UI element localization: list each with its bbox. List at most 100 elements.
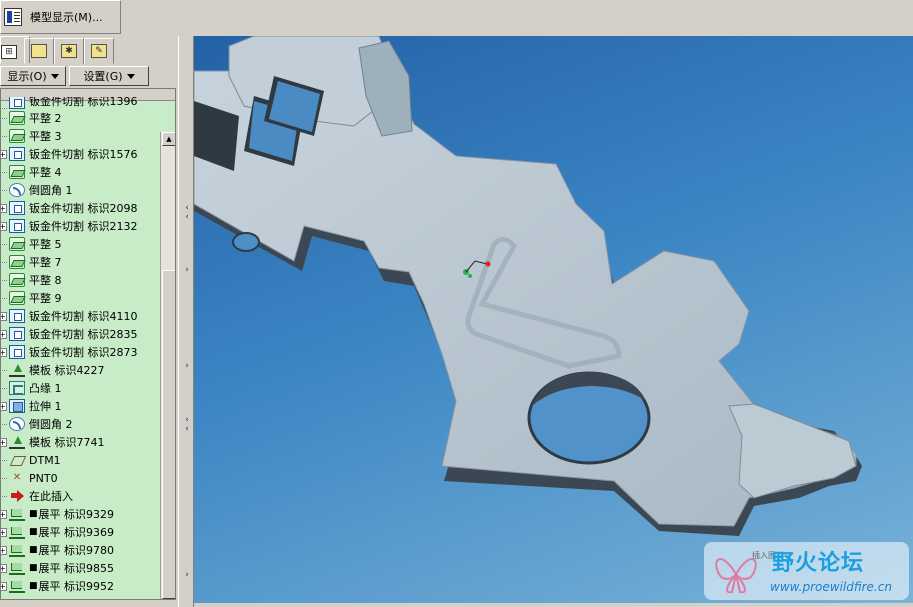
tree-item-label: 展平 标识9329 <box>38 508 115 521</box>
folder-icon <box>31 44 47 58</box>
expand-icon[interactable]: + <box>1 437 7 447</box>
tree-item[interactable]: 平整 4 <box>1 163 161 181</box>
flat-icon <box>9 237 25 251</box>
suppressed-marker: ■ <box>29 545 38 555</box>
insert-here-icon <box>9 489 25 503</box>
tree-item[interactable]: + 拉伸 1 <box>1 397 161 415</box>
tree-item[interactable]: DTM1 <box>1 451 161 469</box>
flat-icon <box>9 255 25 269</box>
expand-icon[interactable]: + <box>1 329 7 339</box>
tree-item-label: 展平 标识9952 <box>38 580 115 593</box>
tree-item-label: 钣金件切割 标识4110 <box>29 310 138 323</box>
expand-icon[interactable]: + <box>1 203 7 213</box>
expand-icon[interactable]: + <box>1 545 7 555</box>
tree-item[interactable]: 凸缘 1 <box>1 379 161 397</box>
expand-icon[interactable]: + <box>1 347 7 357</box>
tree-item-label: 平整 7 <box>29 256 62 269</box>
tree-item[interactable]: + 钣金件切割 标识2835 <box>1 325 161 343</box>
scroll-thumb[interactable] <box>162 270 175 599</box>
model-display-button[interactable]: 模型显示(M)... <box>0 0 121 34</box>
tree-item[interactable]: 平整 5 <box>1 235 161 253</box>
tree-connector <box>1 423 7 425</box>
tree-item[interactable]: 平整 2 <box>1 109 161 127</box>
tree-item-label: 展平 标识9369 <box>38 526 115 539</box>
tree-item[interactable]: + 钣金件切割 标识2132 <box>1 217 161 235</box>
tree-item-label: 钣金件切割 标识1576 <box>29 148 138 161</box>
tab-connections[interactable]: ✎ <box>84 38 114 64</box>
graphics-window[interactable] <box>194 36 913 603</box>
tree-connector <box>1 189 7 191</box>
tree-item[interactable]: 平整 8 <box>1 271 161 289</box>
cut-icon <box>9 309 25 323</box>
expand-right-icon[interactable]: › <box>183 266 191 275</box>
expand-icon[interactable]: + <box>1 527 7 537</box>
tab-favorites[interactable]: ✱ <box>54 38 84 64</box>
tree-connector <box>1 261 7 263</box>
tree-item-label: 钣金件切割 标识2835 <box>29 328 138 341</box>
show-dropdown[interactable]: 显示(O) <box>0 66 66 86</box>
tree-item[interactable]: 倒圆角 1 <box>1 181 161 199</box>
chevron-down-icon <box>50 73 59 79</box>
model-tree[interactable]: 钣金件切割 标识1396 平整 2 平整 3 + 钣金件切割 标识1576 平整 4 倒圆… <box>0 88 176 600</box>
expand-icon[interactable]: + <box>1 311 7 321</box>
round-icon <box>9 417 25 431</box>
tree-item[interactable]: + 钣金件切割 标识2873 <box>1 343 161 361</box>
suppressed-marker: ■ <box>29 581 38 591</box>
tree-item-label: 平整 5 <box>29 238 62 251</box>
tree-item[interactable]: 平整 7 <box>1 253 161 271</box>
expand-icon[interactable]: + <box>1 563 7 573</box>
tree-item-label: 倒圆角 1 <box>29 184 73 197</box>
tree-scrollbar[interactable]: ▲ <box>160 132 175 599</box>
tree-item-label: 钣金件切割 标识2873 <box>29 346 138 359</box>
tree-item-partial[interactable]: 钣金件切割 标识1396 <box>1 97 161 109</box>
scroll-up-button[interactable]: ▲ <box>162 132 175 146</box>
tree-item[interactable]: + 钣金件切割 标识1576 <box>1 145 161 163</box>
unfold-icon <box>9 543 25 557</box>
flat-icon <box>9 111 25 125</box>
tree-item[interactable]: ✕ PNT0 <box>1 469 161 487</box>
expand-right-icon[interactable]: › <box>183 571 191 580</box>
tree-item[interactable]: 倒圆角 2 <box>1 415 161 433</box>
expand-icon[interactable]: + <box>1 581 7 591</box>
collapse-left-icon[interactable]: ‹ ‹ <box>183 204 191 222</box>
tree-item[interactable]: + 钣金件切割 标识2098 <box>1 199 161 217</box>
tree-item[interactable]: + ■展平 标识9855 <box>1 559 161 577</box>
sheetmetal-part <box>194 36 862 536</box>
tree-item[interactable]: 平整 3 <box>1 127 161 145</box>
tree-item[interactable]: 模板 标识4227 <box>1 361 161 379</box>
tree-item[interactable]: 在此插入 <box>1 487 161 505</box>
settings-dropdown[interactable]: 设置(G) <box>69 66 149 86</box>
tree-item-label: 展平 标识9855 <box>38 562 115 575</box>
tree-item-label: 平整 3 <box>29 130 62 143</box>
tree-connector <box>1 171 7 173</box>
tree-item[interactable]: + ■展平 标识9780 <box>1 541 161 559</box>
tree-item-label: 倒圆角 2 <box>29 418 73 431</box>
tree-item[interactable]: + 钣金件切割 标识4110 <box>1 307 161 325</box>
favorites-icon: ✱ <box>61 44 77 58</box>
tree-item-label: 平整 4 <box>29 166 62 179</box>
tree-item[interactable]: 平整 9 <box>1 289 161 307</box>
datum-plane-icon <box>9 453 25 467</box>
chevron-down-icon <box>126 73 135 79</box>
expand-icon[interactable]: + <box>1 149 7 159</box>
tree-item[interactable]: + ■展平 标识9329 <box>1 505 161 523</box>
tree-connector <box>1 459 7 461</box>
tree-item-label: 平整 2 <box>29 112 62 125</box>
expand-icon[interactable]: + <box>1 221 7 231</box>
expand-icon[interactable]: + <box>1 509 7 519</box>
unfold-icon <box>9 507 25 521</box>
collapse-left-icon[interactable]: ‹ ‹ <box>183 416 191 434</box>
tab-folder-browser[interactable] <box>24 38 54 64</box>
expand-icon[interactable]: + <box>1 401 7 411</box>
tree-item[interactable]: + ■展平 标识9369 <box>1 523 161 541</box>
tree-connector <box>1 135 7 137</box>
tree-item[interactable]: + ■展平 标识9952 <box>1 577 161 595</box>
tree-connector <box>1 279 7 281</box>
tree-item[interactable]: + 模板 标识7741 <box>1 433 161 451</box>
panel-splitter[interactable]: ‹ ‹ › › ‹ ‹ › <box>178 36 194 607</box>
expand-right-icon[interactable]: › <box>183 362 191 371</box>
form-icon <box>9 435 25 449</box>
tree-connector <box>1 243 7 245</box>
cut-icon <box>9 97 25 109</box>
unfold-icon <box>9 579 25 593</box>
